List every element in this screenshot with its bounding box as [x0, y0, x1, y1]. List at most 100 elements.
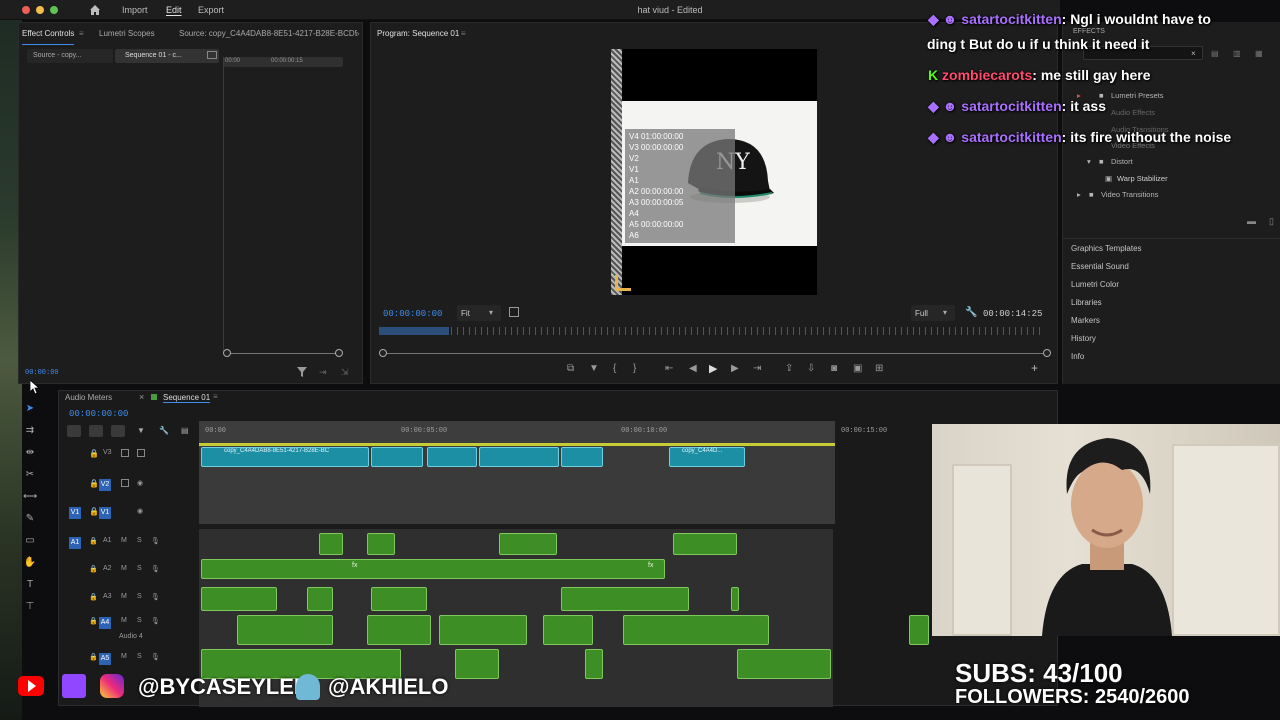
- scroll-handle-left[interactable]: [223, 349, 231, 357]
- extract-icon[interactable]: ⇩: [807, 363, 815, 374]
- camera-icon[interactable]: ◙: [831, 363, 837, 374]
- video-clip[interactable]: [371, 447, 423, 467]
- settings-icon[interactable]: [509, 307, 519, 317]
- panel-essential-sound[interactable]: Essential Sound: [1071, 262, 1129, 271]
- eye-icon[interactable]: [137, 449, 145, 457]
- add-marker-icon[interactable]: ▼: [137, 426, 145, 435]
- eye-icon[interactable]: ◉: [137, 507, 143, 515]
- resolution-dropdown[interactable]: Full ▾: [911, 305, 955, 321]
- panel-menu-icon[interactable]: ≡: [213, 392, 218, 401]
- lock-icon[interactable]: 🔒: [89, 449, 99, 458]
- panel-markers[interactable]: Markers: [1071, 316, 1100, 325]
- play-icon[interactable]: ▶: [709, 362, 717, 375]
- solo-button[interactable]: S: [137, 617, 142, 624]
- timeline-ruler[interactable]: [199, 421, 835, 443]
- menu-export[interactable]: Export: [198, 5, 224, 15]
- panel-libraries[interactable]: Libraries: [1071, 298, 1102, 307]
- track-output-icon[interactable]: [121, 449, 129, 457]
- pen-tool-icon[interactable]: ✎: [23, 512, 37, 526]
- tab-effect-controls[interactable]: Effect Controls: [22, 23, 75, 45]
- timeline-timecode[interactable]: 00:00:00:00: [69, 409, 128, 419]
- program-timecode[interactable]: 00:00:00:00: [383, 309, 442, 319]
- play-only-audio-icon[interactable]: ⇥: [319, 367, 327, 378]
- effects-tab[interactable]: EFFECTS: [1073, 28, 1105, 35]
- effects-tree-item[interactable]: Audio Effects: [1111, 108, 1155, 117]
- track-label[interactable]: A4: [99, 617, 111, 629]
- accelerated-effects-icon[interactable]: ▤: [1211, 49, 1219, 58]
- add-marker-icon[interactable]: ⧉: [567, 363, 574, 374]
- mark-in-icon[interactable]: {: [613, 363, 616, 374]
- program-video-frame[interactable]: NY V4 01:00:00:00 V3 00:00:00:00 V2 V1 A…: [611, 49, 817, 295]
- snap-toggle-icon[interactable]: [89, 425, 103, 437]
- menu-import[interactable]: Import: [122, 5, 148, 15]
- track-label[interactable]: V1: [99, 507, 111, 519]
- close-window-button[interactable]: [22, 6, 30, 14]
- home-icon[interactable]: [89, 4, 101, 16]
- linked-selection-icon[interactable]: [111, 425, 125, 437]
- audio-clip[interactable]: [585, 649, 603, 679]
- yuv-effects-icon[interactable]: ▦: [1255, 49, 1263, 58]
- step-back-icon[interactable]: ◀: [689, 363, 697, 374]
- audio-clip[interactable]: fx fx: [201, 559, 665, 579]
- audio-clip[interactable]: [201, 587, 277, 611]
- go-to-out-icon[interactable]: ⇥: [753, 363, 761, 374]
- transform-handle-icon[interactable]: [615, 275, 631, 291]
- mute-button[interactable]: M: [121, 617, 127, 624]
- panel-menu-icon[interactable]: ≡: [461, 23, 466, 45]
- solo-button[interactable]: S: [137, 565, 142, 572]
- audio-clip[interactable]: [319, 533, 343, 555]
- audio-clip[interactable]: [499, 533, 557, 555]
- trash-icon[interactable]: ▯: [1269, 216, 1274, 227]
- audio-clip[interactable]: [367, 615, 431, 645]
- zoom-window-button[interactable]: [50, 6, 58, 14]
- mute-button[interactable]: M: [121, 565, 127, 572]
- audio-clip[interactable]: [543, 615, 593, 645]
- hand-tool-icon[interactable]: ✋: [23, 556, 37, 570]
- video-clip[interactable]: [479, 447, 559, 467]
- chevron-down-icon[interactable]: ▾: [1087, 157, 1091, 166]
- solo-button[interactable]: S: [137, 537, 142, 544]
- menu-edit[interactable]: Edit: [166, 5, 182, 15]
- panel-menu-icon[interactable]: ≡: [79, 23, 84, 45]
- mute-button[interactable]: M: [121, 537, 127, 544]
- program-monitor-title[interactable]: Program: Sequence 01: [377, 23, 459, 45]
- sequence-subtab[interactable]: Sequence 01 - c...: [115, 49, 219, 63]
- chevron-right-icon[interactable]: ▸: [1077, 190, 1081, 199]
- mark-out-icon[interactable]: }: [633, 363, 636, 374]
- source-subtab[interactable]: Source - copy...: [27, 49, 113, 63]
- clear-search-icon[interactable]: ×: [1191, 49, 1196, 58]
- audio-clip[interactable]: [737, 649, 831, 679]
- effects-tree-item[interactable]: Distort: [1111, 157, 1133, 166]
- tab-lumetri-scopes[interactable]: Lumetri Scopes: [99, 23, 155, 45]
- microphone-icon[interactable]: 🎙: [151, 617, 160, 625]
- lock-icon[interactable]: 🔒: [89, 507, 99, 516]
- comparison-view-icon[interactable]: ▣: [853, 363, 862, 374]
- program-ruler[interactable]: [379, 327, 1045, 335]
- source-patch-a1[interactable]: A1: [69, 537, 81, 549]
- microphone-icon[interactable]: 🎙: [151, 653, 160, 661]
- lock-icon[interactable]: 🔒: [89, 617, 98, 625]
- captions-icon[interactable]: ▤: [181, 426, 189, 435]
- tab-source-clip[interactable]: Source: copy_C4A4DAB8-8E51-4217-B28E-BCD…: [179, 23, 357, 45]
- audio-clip[interactable]: [439, 615, 527, 645]
- solo-button[interactable]: S: [137, 593, 142, 600]
- audio-clip[interactable]: [673, 533, 737, 555]
- panel-lumetri-color[interactable]: Lumetri Color: [1071, 280, 1119, 289]
- lock-icon[interactable]: 🔒: [89, 653, 98, 661]
- track-output-icon[interactable]: [121, 479, 129, 487]
- eye-icon[interactable]: ◉: [137, 479, 143, 487]
- wrench-icon[interactable]: 🔧: [965, 307, 977, 318]
- slip-tool-icon[interactable]: ⟷: [23, 490, 37, 504]
- panel-history[interactable]: History: [1071, 334, 1096, 343]
- panel-info[interactable]: Info: [1071, 352, 1084, 361]
- zoom-handle-right[interactable]: [1043, 349, 1051, 357]
- rectangle-tool-icon[interactable]: ▭: [23, 534, 37, 548]
- razor-tool-icon[interactable]: ✂: [23, 468, 37, 482]
- video-clip[interactable]: copy_C4A4DAB8-8E51-4217-B28E-BC: [201, 447, 369, 467]
- solo-button[interactable]: S: [137, 653, 142, 660]
- video-clip[interactable]: copy_C4A4D...: [669, 447, 745, 467]
- video-clip[interactable]: [427, 447, 477, 467]
- go-to-in-icon[interactable]: ⇤: [665, 363, 673, 374]
- audio-clip[interactable]: [731, 587, 739, 611]
- minimize-window-button[interactable]: [36, 6, 44, 14]
